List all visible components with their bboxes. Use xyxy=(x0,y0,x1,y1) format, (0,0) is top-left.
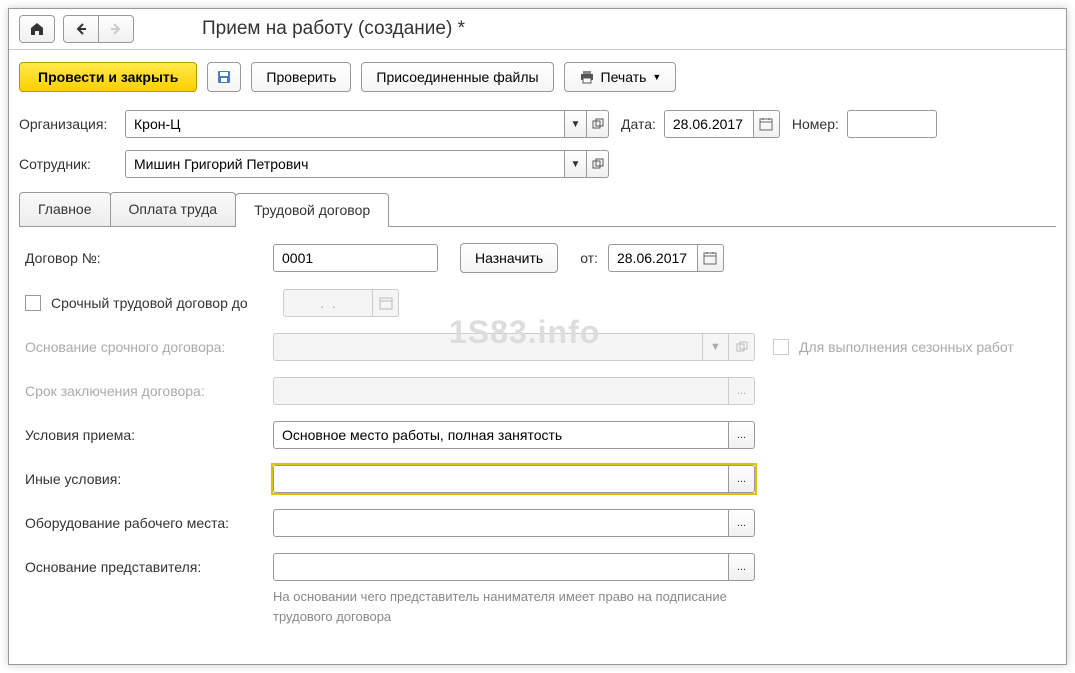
from-label: от: xyxy=(580,250,598,266)
date-input[interactable] xyxy=(664,110,754,138)
calendar-button[interactable] xyxy=(754,110,780,138)
date-label: Дата: xyxy=(621,116,656,132)
tab-main[interactable]: Главное xyxy=(19,192,111,226)
basis-label: Основание срочного договора: xyxy=(25,339,263,355)
page-title: Прием на работу (создание) * xyxy=(202,18,465,40)
assign-button[interactable]: Назначить xyxy=(460,243,558,273)
seasonal-label: Для выполнения сезонных работ xyxy=(799,339,1014,355)
equipment-input[interactable] xyxy=(273,509,729,537)
seasonal-checkbox xyxy=(773,339,789,355)
term-input xyxy=(273,377,729,405)
fixed-term-date-input[interactable] xyxy=(283,289,373,317)
calendar-button xyxy=(373,289,399,317)
title-bar: Прием на работу (создание) * xyxy=(9,9,1066,50)
home-button[interactable] xyxy=(19,15,55,43)
open-button xyxy=(729,333,755,361)
fixed-term-label: Срочный трудовой договор до xyxy=(51,295,273,311)
employee-input[interactable] xyxy=(125,150,565,178)
number-label: Номер: xyxy=(792,116,839,132)
org-label: Организация: xyxy=(19,116,117,132)
dropdown-button[interactable]: ▼ xyxy=(565,110,587,138)
attached-files-button[interactable]: Присоединенные файлы xyxy=(361,62,553,92)
ellipsis-button[interactable]: ... xyxy=(729,421,755,449)
tab-pay[interactable]: Оплата труда xyxy=(110,192,237,226)
print-button[interactable]: Печать ▼ xyxy=(564,62,677,92)
calendar-button[interactable] xyxy=(698,244,724,272)
ellipsis-button[interactable]: ... xyxy=(729,553,755,581)
tabs: Главное Оплата труда Трудовой договор xyxy=(19,192,1056,227)
chevron-down-icon: ▼ xyxy=(652,72,661,82)
check-button[interactable]: Проверить xyxy=(251,62,351,92)
employee-label: Сотрудник: xyxy=(19,156,117,172)
open-button[interactable] xyxy=(587,110,609,138)
ellipsis-button: ... xyxy=(729,377,755,405)
basis-input xyxy=(273,333,703,361)
print-label: Печать xyxy=(601,69,647,85)
dropdown-button: ▼ xyxy=(703,333,729,361)
equipment-label: Оборудование рабочего места: xyxy=(25,515,263,531)
dropdown-button[interactable]: ▼ xyxy=(565,150,587,178)
tab-content: Договор №: Назначить от: Срочный трудово… xyxy=(9,227,1066,642)
open-button[interactable] xyxy=(587,150,609,178)
conditions-input[interactable] xyxy=(273,421,729,449)
number-input[interactable] xyxy=(847,110,937,138)
conditions-label: Условия приема: xyxy=(25,427,263,443)
from-date-input[interactable] xyxy=(608,244,698,272)
term-label: Срок заключения договора: xyxy=(25,383,263,399)
ellipsis-button[interactable]: ... xyxy=(729,509,755,537)
contract-number-input[interactable] xyxy=(273,244,438,272)
tab-contract[interactable]: Трудовой договор xyxy=(235,193,389,227)
toolbar: Провести и закрыть Проверить Присоединен… xyxy=(9,50,1066,104)
ellipsis-button[interactable]: ... xyxy=(729,465,755,493)
other-conditions-input[interactable] xyxy=(273,465,729,493)
hint-text: На основании чего представитель нанимате… xyxy=(273,587,733,626)
other-label: Иные условия: xyxy=(25,471,263,487)
forward-button[interactable] xyxy=(98,15,134,43)
rep-basis-input[interactable] xyxy=(273,553,729,581)
fixed-term-checkbox[interactable] xyxy=(25,295,41,311)
back-button[interactable] xyxy=(63,15,99,43)
contract-number-label: Договор №: xyxy=(25,250,263,266)
save-button[interactable] xyxy=(207,62,241,92)
post-and-close-button[interactable]: Провести и закрыть xyxy=(19,62,197,92)
rep-basis-label: Основание представителя: xyxy=(25,559,263,575)
org-input[interactable] xyxy=(125,110,565,138)
